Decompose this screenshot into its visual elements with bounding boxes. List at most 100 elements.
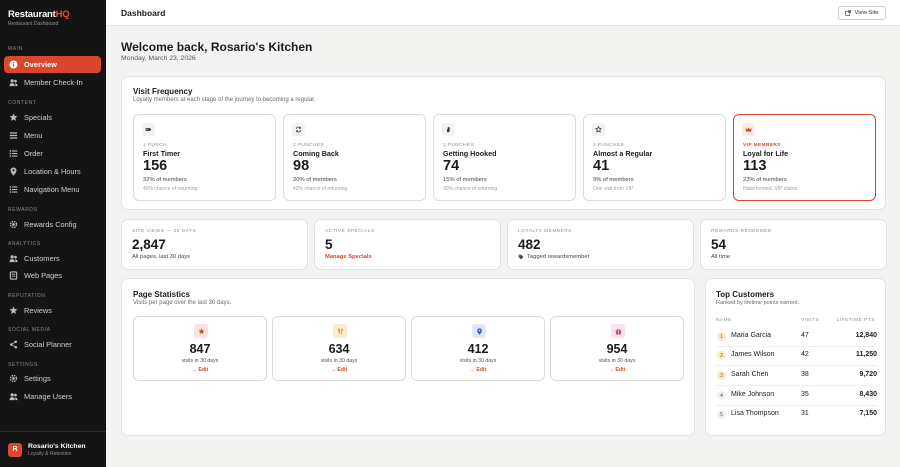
sidebar-item-web-pages[interactable]: Web Pages [4,267,101,284]
stage-percent: 32% of members [143,177,187,183]
stat-card-loyalty-members: LOYALTY MEMBERS 482 Tagged rewardsmember [507,219,694,270]
stage-name: Loyal for Life [743,149,788,158]
page-stat-rewards: 954 visits in 30 days → Edit [550,316,684,381]
sidebar-item-navigation-menu[interactable]: Navigation Menu [4,181,101,198]
table-row[interactable]: 4 Mike Johnson 35 8,430 [706,387,887,406]
stage-eyebrow: 4 PUNCHES [593,143,624,148]
row-divider [716,385,877,386]
stage-note: One visit from VIP [593,186,633,192]
brand-subtitle: Restaurant Dashboard [8,21,69,27]
row-divider [716,365,877,366]
users-icon [9,78,18,87]
sidebar-item-label: Specials [24,113,52,122]
stat-value: 5 [325,237,333,252]
repeat-icon [292,123,305,136]
users-icon [9,392,18,401]
customer-points: 11,250 [856,351,877,358]
sidebar-item-label: Customers [24,254,60,263]
sidebar-item-overview[interactable]: Overview [4,56,101,73]
stage-note: 30% chance of returning [443,186,497,192]
menu-lines-icon [9,131,18,140]
page-visit-label: visits in 30 days [273,358,405,364]
rank-badge: 4 [717,391,726,400]
gear-icon [9,220,18,229]
sidebar-item-label: Order [24,149,43,158]
utensils-icon [333,324,347,338]
account-subtitle: Loyalty & Retention [28,451,86,457]
sidebar-item-member-check-in[interactable]: Member Check-In [4,74,101,91]
sidebar-item-label: Web Pages [24,271,62,280]
nav-section-settings: SETTINGS [8,362,38,368]
sidebar-item-menu[interactable]: Menu [4,127,101,144]
sidebar-item-label: Menu [24,131,43,140]
edit-page-link[interactable]: → Edit [273,367,405,373]
visit-frequency-card: Visit Frequency Loyalty members at each … [121,76,886,210]
manage-specials-link[interactable]: Manage Specials [325,254,372,260]
sidebar-item-label: Settings [24,374,51,383]
visit-frequency-subtitle: Loyalty members at each stage of the jou… [133,97,315,103]
stage-card-first-timer[interactable]: 1 PUNCH First Timer 156 32% of members 4… [133,114,276,201]
stat-subtext: Tagged rewardsmember [518,254,590,260]
customer-name: Sarah Chen [731,371,768,378]
stat-value: 482 [518,237,541,252]
stage-count: 113 [743,158,766,174]
stage-name: Getting Hooked [443,149,497,158]
brand-name: RestaurantHQ [8,9,69,20]
stage-count: 156 [143,158,167,174]
view-site-button[interactable]: View Site [838,6,886,20]
page-stat-menu: 634 visits in 30 days → Edit [272,316,406,381]
customer-points: 8,430 [859,391,877,398]
view-site-label: View Site [854,10,878,16]
stage-card-loyal-for-life[interactable]: VIP MEMBERS Loyal for Life 113 23% of me… [733,114,876,201]
rank-badge: 3 [717,371,726,380]
page-stat-location: 412 visits in 30 days → Edit [411,316,545,381]
stat-label: SITE VIEWS — 30 DAYS [132,229,196,234]
sidebar-item-rewards-config[interactable]: Rewards Config [4,216,101,233]
stage-eyebrow: 2 PUNCHES [293,143,324,148]
account-switcher[interactable]: R Rosario's Kitchen Loyalty & Retention [0,431,106,467]
stage-card-almost-a-regular[interactable]: 4 PUNCHES Almost a Regular 41 9% of memb… [583,114,726,201]
table-row[interactable]: 1 Maria Garcia 47 12,840 [706,328,887,347]
stage-card-getting-hooked[interactable]: 3 PUNCHES Getting Hooked 74 15% of membe… [433,114,576,201]
page-stat-specials: 847 visits in 30 days → Edit [133,316,267,381]
tag-icon [518,254,524,260]
page-statistics-subtitle: Visits per page over the last 30 days. [133,300,231,306]
page-visit-label: visits in 30 days [134,358,266,364]
location-icon [9,167,18,176]
sidebar-item-settings[interactable]: Settings [4,370,101,387]
sidebar-item-social-planner[interactable]: Social Planner [4,336,101,353]
page-visit-count: 412 [412,342,544,356]
sidebar-item-label: Member Check-In [24,78,83,87]
external-link-icon [845,10,851,16]
edit-page-link[interactable]: → Edit [134,367,266,373]
sidebar: RestaurantHQ Restaurant Dashboard MAIN O… [0,0,106,467]
info-icon [9,60,18,69]
brand-logo[interactable]: RestaurantHQ Restaurant Dashboard [8,9,69,27]
page-title: Dashboard [121,8,165,18]
sidebar-item-order[interactable]: Order [4,145,101,162]
star-icon [9,306,18,315]
location-icon [472,324,486,338]
sidebar-item-reviews[interactable]: Reviews [4,302,101,319]
stage-name: Almost a Regular [593,149,652,158]
sidebar-item-manage-users[interactable]: Manage Users [4,388,101,405]
sidebar-item-specials[interactable]: Specials [4,109,101,126]
table-row[interactable]: 3 Sarah Chen 38 9,720 [706,367,887,386]
sidebar-item-label: Social Planner [24,340,72,349]
hand-icon [442,123,455,136]
table-row[interactable]: 2 James Wilson 42 11,250 [706,347,887,366]
page-statistics-title: Page Statistics [133,290,190,299]
rank-badge: 1 [717,332,726,341]
sidebar-item-customers[interactable]: Customers [4,250,101,267]
stage-eyebrow: VIP MEMBERS [743,143,781,148]
table-row[interactable]: 5 Lisa Thompson 31 7,150 [706,406,887,425]
edit-page-link[interactable]: → Edit [551,367,683,373]
stage-card-coming-back[interactable]: 2 PUNCHES Coming Back 98 20% of members … [283,114,426,201]
customer-name: Mike Johnson [731,391,774,398]
gear-icon [9,374,18,383]
column-header-name: NAME [716,318,732,323]
sidebar-item-location-hours[interactable]: Location & Hours [4,163,101,180]
edit-page-link[interactable]: → Edit [412,367,544,373]
sidebar-item-label: Reviews [24,306,52,315]
customer-visits: 38 [801,371,809,378]
